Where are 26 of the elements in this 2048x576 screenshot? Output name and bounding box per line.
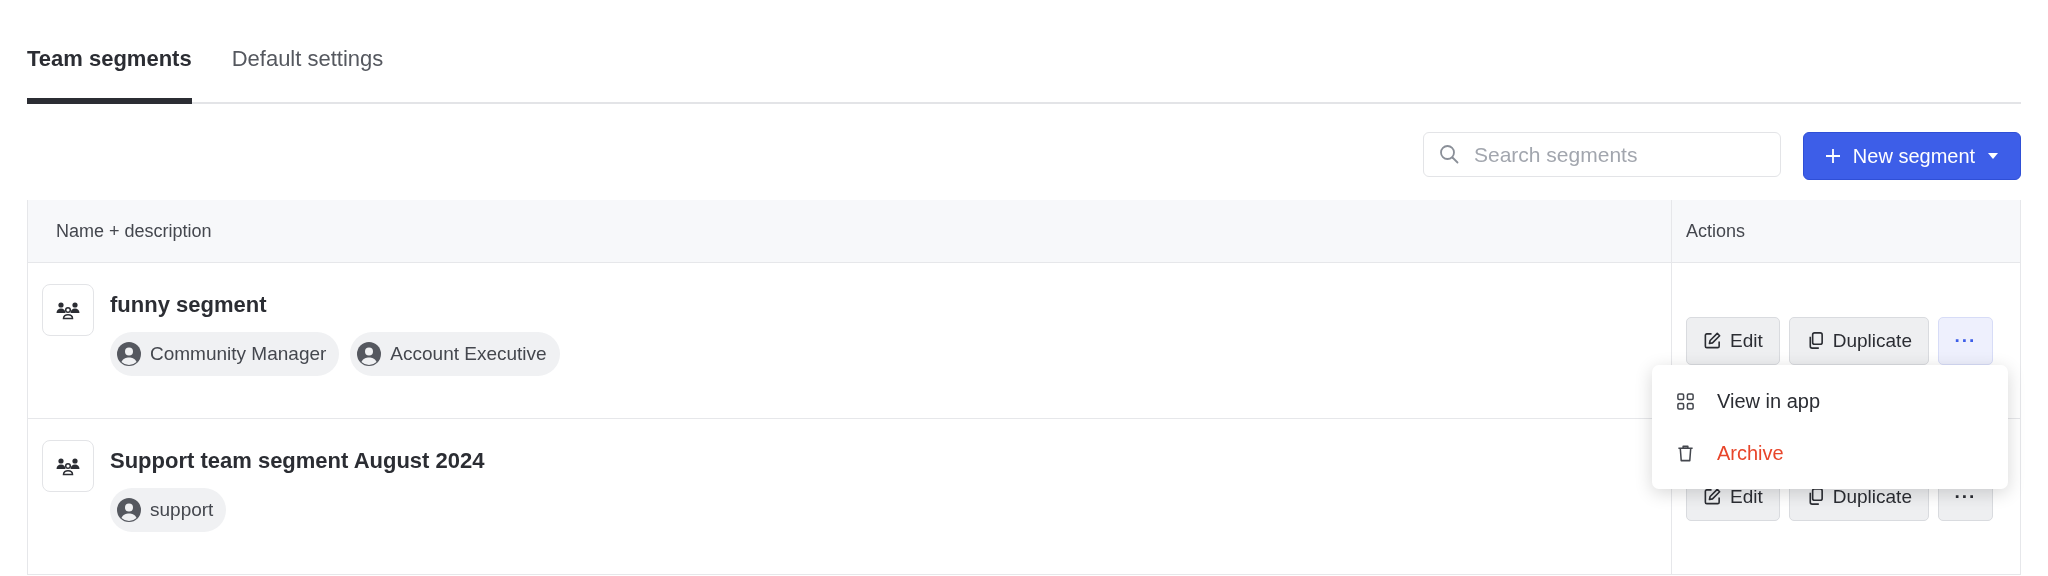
edit-icon	[1703, 331, 1722, 350]
grid-icon	[1676, 391, 1695, 411]
tab[interactable]: Default settings	[231, 40, 384, 104]
search-field[interactable]: Search segments	[1423, 132, 1781, 177]
segment-name: funny segment	[110, 291, 268, 318]
edit-button[interactable]: Edit	[1686, 316, 1780, 365]
menu-item[interactable]: View in app	[1652, 375, 2008, 427]
avatar-icon	[117, 342, 141, 366]
new-segment-button[interactable]: New segment	[1803, 132, 2021, 180]
duplicate-button[interactable]: Duplicate	[1788, 316, 1929, 365]
role-chip: support	[110, 488, 227, 532]
avatar-icon	[117, 498, 141, 522]
segment-name: Support team segment August 2024	[110, 447, 485, 474]
column-header: Name + description	[55, 219, 213, 243]
trash-icon	[1676, 443, 1695, 463]
caret-icon	[1987, 152, 2000, 160]
plus-icon	[1824, 148, 1841, 164]
edit-icon	[1703, 487, 1722, 506]
more-button[interactable]: ···	[1937, 316, 1993, 365]
role-chip: Account Executive	[350, 332, 560, 376]
tab[interactable]: Team segments	[27, 40, 192, 104]
role-chip: Community Manager	[110, 332, 340, 376]
column-header: Actions	[1671, 200, 2020, 262]
avatar-icon	[357, 342, 382, 366]
group-icon	[42, 440, 94, 492]
group-icon	[42, 284, 94, 336]
